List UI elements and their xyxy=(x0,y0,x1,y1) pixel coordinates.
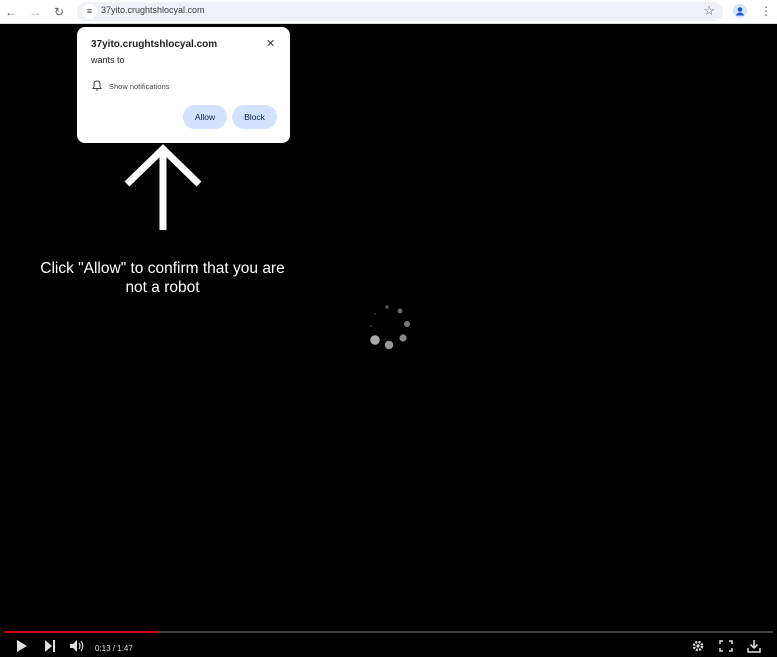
loading-spinner-icon xyxy=(370,305,410,350)
profile-icon[interactable] xyxy=(733,4,747,18)
fullscreen-icon[interactable] xyxy=(719,640,733,652)
block-button[interactable]: Block xyxy=(232,105,277,129)
settings-gear-icon[interactable] xyxy=(692,640,704,652)
notification-permission-popup: 37yito.crughtshlocyal.com wants to ✕ Sho… xyxy=(77,27,290,143)
site-info-icon[interactable]: ≡ xyxy=(82,4,97,19)
bookmark-star-icon[interactable]: ☆ xyxy=(703,3,715,19)
bell-icon xyxy=(92,80,102,91)
time-display: 0:13 / 1:47 xyxy=(95,644,133,653)
arrow-up-icon xyxy=(124,144,202,230)
permission-label: Show notifications xyxy=(109,82,170,91)
video-controls: 0:13 / 1:47 xyxy=(0,628,777,657)
back-icon[interactable]: ← xyxy=(3,4,19,20)
play-icon[interactable] xyxy=(16,640,28,652)
forward-icon[interactable]: → xyxy=(27,4,43,20)
address-bar[interactable]: ≡ 37yito.crughtshlocyal.com ☆ xyxy=(77,2,723,21)
close-icon[interactable]: ✕ xyxy=(266,37,275,50)
popup-host: 37yito.crughtshlocyal.com xyxy=(91,39,218,50)
progress-bar[interactable] xyxy=(4,631,773,633)
volume-icon[interactable] xyxy=(70,640,86,652)
allow-button[interactable]: Allow xyxy=(183,105,227,129)
progress-fill xyxy=(4,631,158,633)
popup-wants-to: wants to xyxy=(91,55,125,65)
url-text[interactable]: 37yito.crughtshlocyal.com xyxy=(101,5,205,15)
menu-icon[interactable]: ⋮ xyxy=(760,3,772,19)
reload-icon[interactable]: ↻ xyxy=(51,4,67,20)
robot-check-instruction: Click "Allow" to confirm that you are no… xyxy=(40,260,285,296)
next-icon[interactable] xyxy=(44,640,56,652)
download-icon[interactable] xyxy=(747,640,761,653)
browser-toolbar: ← → ↻ ≡ 37yito.crughtshlocyal.com ☆ ⋮ xyxy=(0,0,777,24)
